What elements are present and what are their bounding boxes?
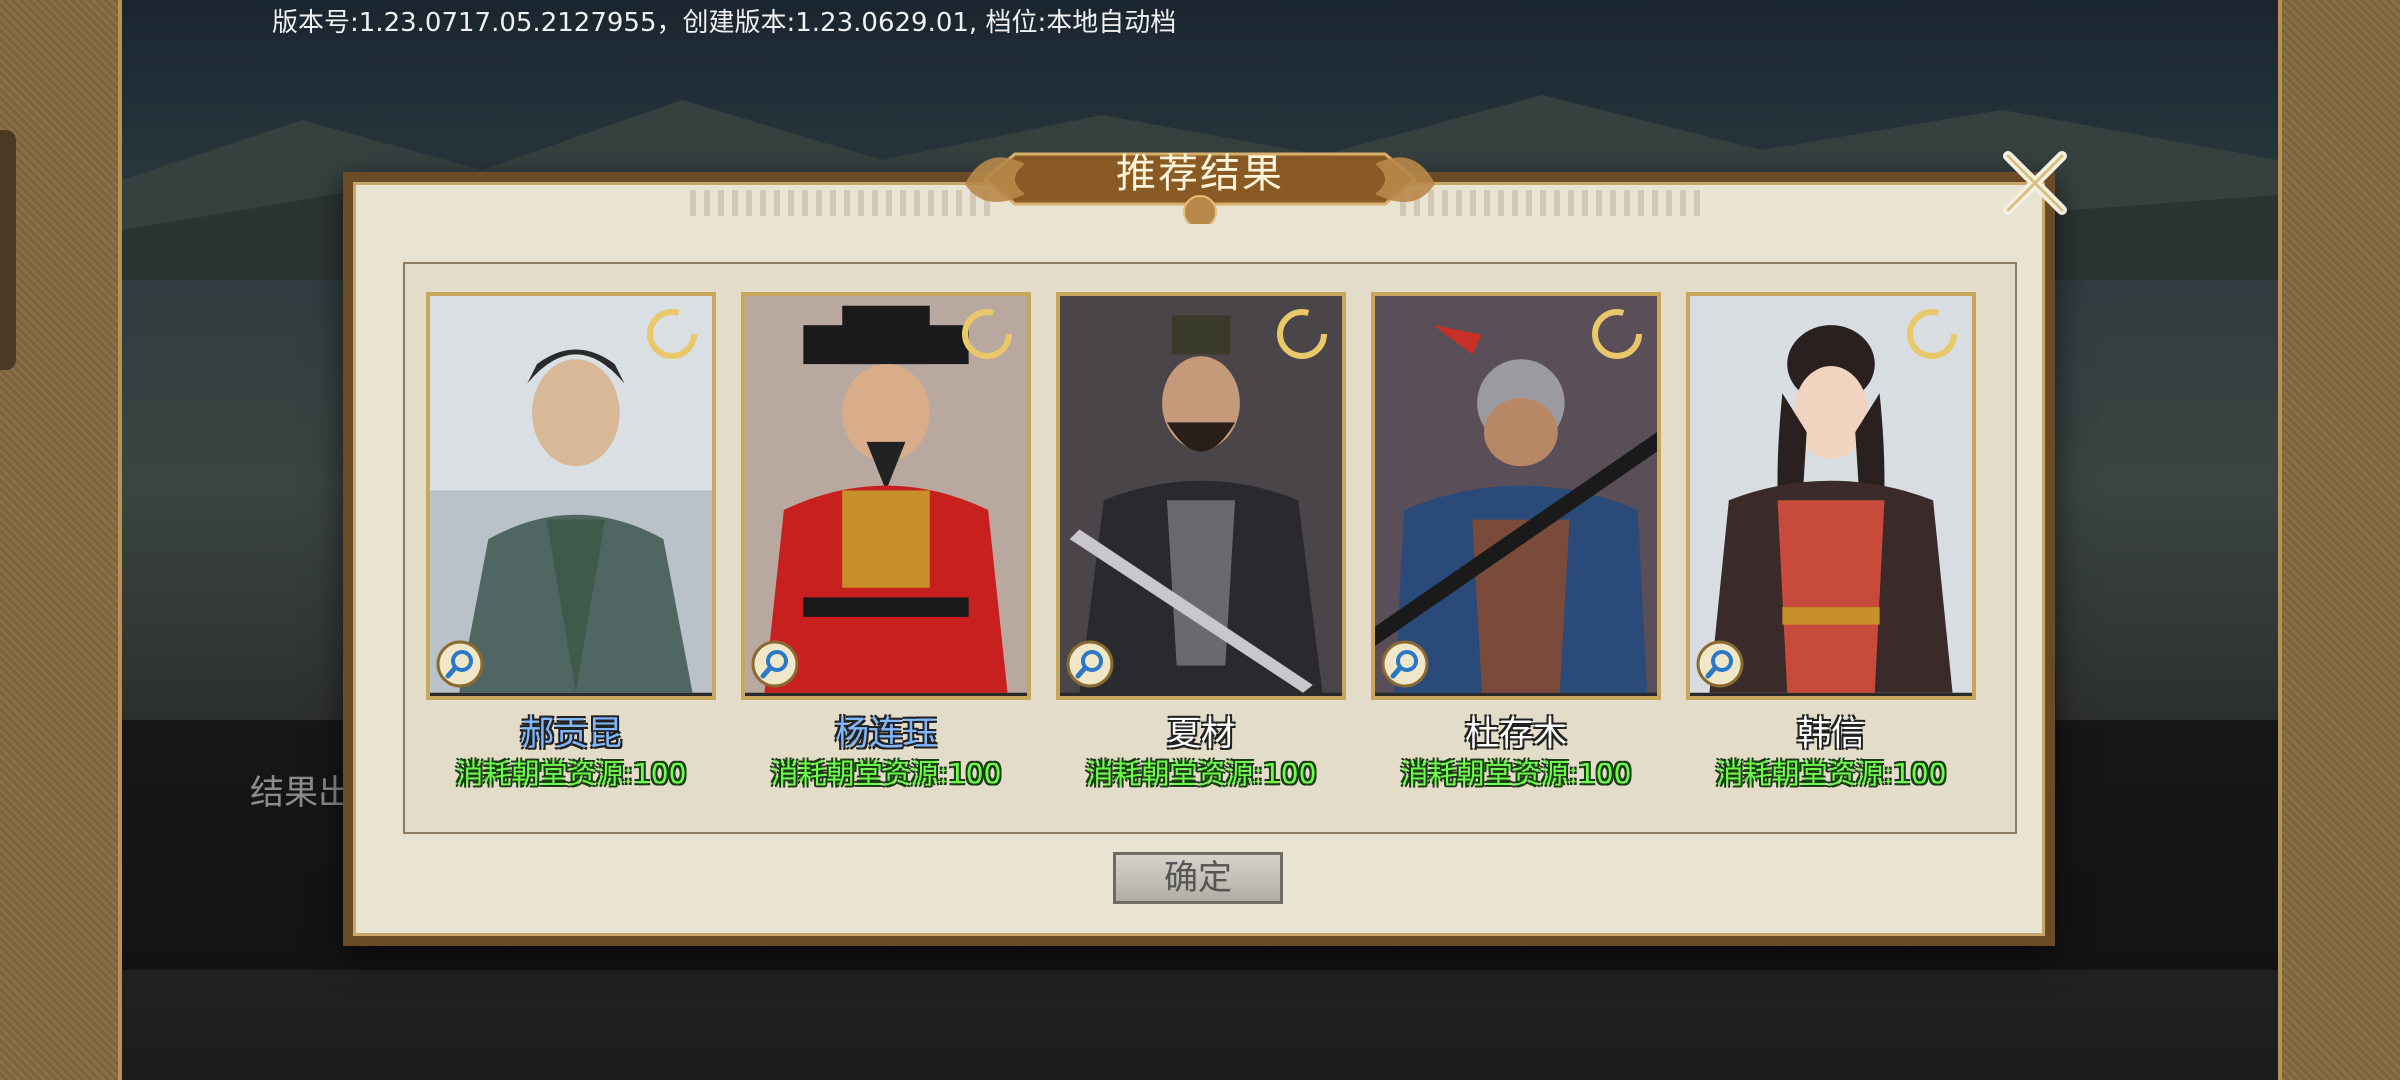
ring-icon [1277,309,1327,359]
general-cost-4: 消耗朝堂资源:100 [1400,757,1632,790]
magnifier-icon[interactable] [436,640,484,688]
fret-decoration-right [1400,190,1700,216]
general-name-3: 夏材 [1167,714,1235,754]
general-name-1: 郝贡昆 [520,714,622,754]
general-card-1[interactable] [426,292,716,700]
ring-icon [1592,309,1642,359]
fret-decoration-left [690,190,990,216]
ring-icon [962,309,1012,359]
magnifier-icon[interactable] [1066,640,1114,688]
right-border-panel [2278,0,2400,1080]
general-card-3[interactable] [1056,292,1346,700]
magnifier-icon[interactable] [1696,640,1744,688]
title-banner: 推荐结果 [955,134,1445,229]
general-cost-5: 消耗朝堂资源:100 [1715,757,1947,790]
magnifier-icon[interactable] [751,640,799,688]
ring-icon [1907,309,1957,359]
version-info: 版本号:1.23.0717.05.2127955，创建版本:1.23.0629.… [272,8,1177,38]
close-icon[interactable] [2000,148,2070,218]
general-card-4[interactable] [1371,292,1661,700]
result-background-text: 结果出 [250,773,352,813]
left-border-panel [0,0,122,1080]
general-card-5[interactable] [1686,292,1976,700]
magnifier-icon[interactable] [1381,640,1429,688]
general-card-2[interactable] [741,292,1031,700]
dialog-title: 推荐结果 [1116,151,1284,197]
general-name-4: 杜存木 [1465,714,1567,754]
general-cost-3: 消耗朝堂资源:100 [1085,757,1317,790]
general-cost-1: 消耗朝堂资源:100 [455,757,687,790]
general-cost-2: 消耗朝堂资源:100 [770,757,1002,790]
general-name-5: 韩信 [1797,714,1865,754]
ring-icon [647,309,697,359]
side-drawer-handle[interactable] [0,130,16,370]
general-name-2: 杨连珏 [835,714,937,754]
confirm-button[interactable]: 确定 [1113,852,1283,904]
